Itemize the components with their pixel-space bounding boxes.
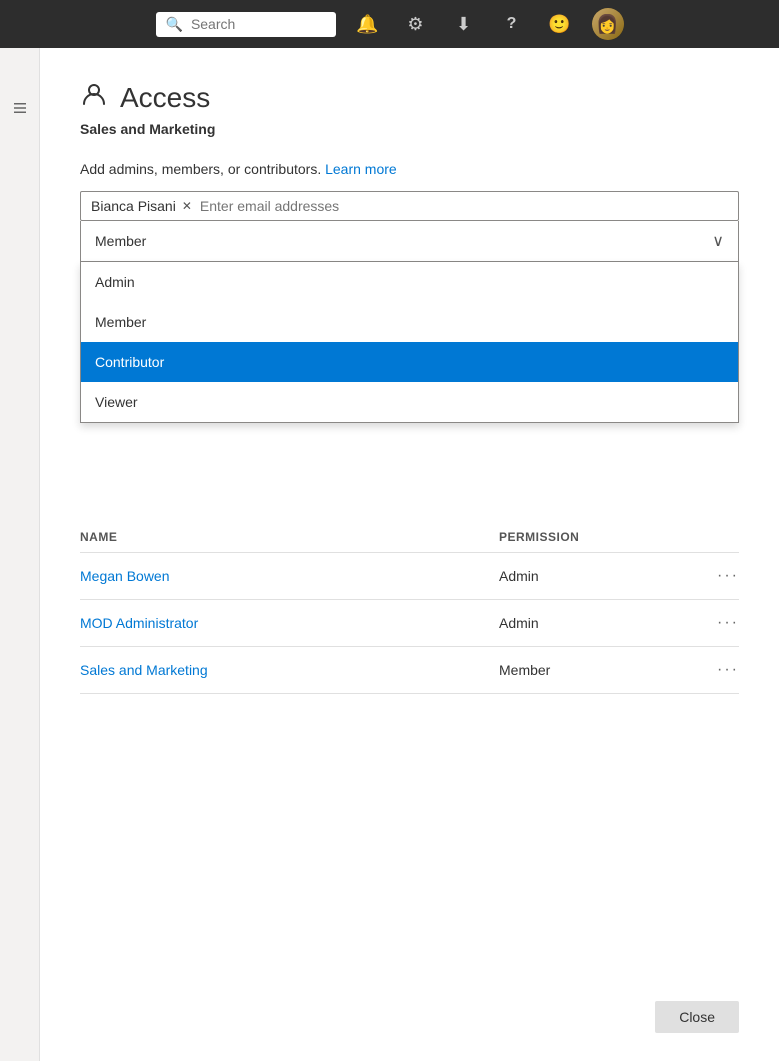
footer-section: Close xyxy=(655,1001,739,1033)
role-select-box[interactable]: Member ∨ xyxy=(80,221,739,262)
table-row: Sales and Marketing Member ··· xyxy=(80,647,739,694)
search-box[interactable]: 🔍 xyxy=(156,12,336,37)
page-subtitle: Sales and Marketing xyxy=(80,121,739,137)
column-header-permission: PERMISSION xyxy=(499,530,699,544)
role-option-admin[interactable]: Admin xyxy=(81,262,738,302)
row-name-sales[interactable]: Sales and Marketing xyxy=(80,662,499,678)
row-permission-sales: Member xyxy=(499,662,699,678)
settings-icon[interactable]: ⚙ xyxy=(400,8,432,40)
access-icon xyxy=(80,80,108,115)
search-icon: 🔍 xyxy=(166,16,183,33)
search-input[interactable] xyxy=(191,16,321,32)
help-icon[interactable]: ? xyxy=(496,8,528,40)
email-tag-name: Bianca Pisani xyxy=(91,198,176,214)
table-row: Megan Bowen Admin ··· xyxy=(80,553,739,600)
email-input-row[interactable]: Bianca Pisani ✕ xyxy=(80,191,739,221)
table-section: NAME PERMISSION Megan Bowen Admin ··· MO… xyxy=(80,522,739,694)
table-header: NAME PERMISSION xyxy=(80,522,739,553)
email-address-input[interactable] xyxy=(200,198,728,214)
sidebar-expand-button[interactable] xyxy=(8,96,32,120)
learn-more-link[interactable]: Learn more xyxy=(325,161,397,177)
column-header-actions xyxy=(699,530,739,544)
email-tag: Bianca Pisani ✕ xyxy=(91,198,192,214)
role-select-container: Member ∨ Admin Member Contributor Viewer xyxy=(80,221,739,262)
avatar-image: 👩 xyxy=(592,8,624,40)
row-name-megan[interactable]: Megan Bowen xyxy=(80,568,499,584)
page-title: Access xyxy=(120,82,210,114)
avatar[interactable]: 👩 xyxy=(592,8,624,40)
row-name-mod[interactable]: MOD Administrator xyxy=(80,615,499,631)
page-title-row: Access xyxy=(80,80,739,115)
description-row: Add admins, members, or contributors. Le… xyxy=(80,161,739,177)
table-row: MOD Administrator Admin ··· xyxy=(80,600,739,647)
bell-icon[interactable]: 🔔 xyxy=(352,8,384,40)
description-text: Add admins, members, or contributors. xyxy=(80,161,321,177)
navbar: 🔍 🔔 ⚙ ⬇ ? 🙂 👩 xyxy=(0,0,779,48)
role-option-member[interactable]: Member xyxy=(81,302,738,342)
main-content: Access Sales and Marketing Add admins, m… xyxy=(40,48,779,1061)
sidebar-strip xyxy=(0,48,40,1061)
role-select-value: Member xyxy=(95,233,146,249)
row-permission-megan: Admin xyxy=(499,568,699,584)
role-dropdown: Admin Member Contributor Viewer xyxy=(80,262,739,423)
row-actions-sales[interactable]: ··· xyxy=(699,661,739,679)
role-option-viewer[interactable]: Viewer xyxy=(81,382,738,422)
feedback-icon[interactable]: 🙂 xyxy=(544,8,576,40)
row-permission-mod: Admin xyxy=(499,615,699,631)
row-actions-megan[interactable]: ··· xyxy=(699,567,739,585)
chevron-down-icon: ∨ xyxy=(712,231,724,251)
column-header-name: NAME xyxy=(80,530,499,544)
close-button[interactable]: Close xyxy=(655,1001,739,1033)
download-icon[interactable]: ⬇ xyxy=(448,8,480,40)
email-tag-close-button[interactable]: ✕ xyxy=(182,199,192,213)
row-actions-mod[interactable]: ··· xyxy=(699,614,739,632)
role-option-contributor[interactable]: Contributor xyxy=(81,342,738,382)
